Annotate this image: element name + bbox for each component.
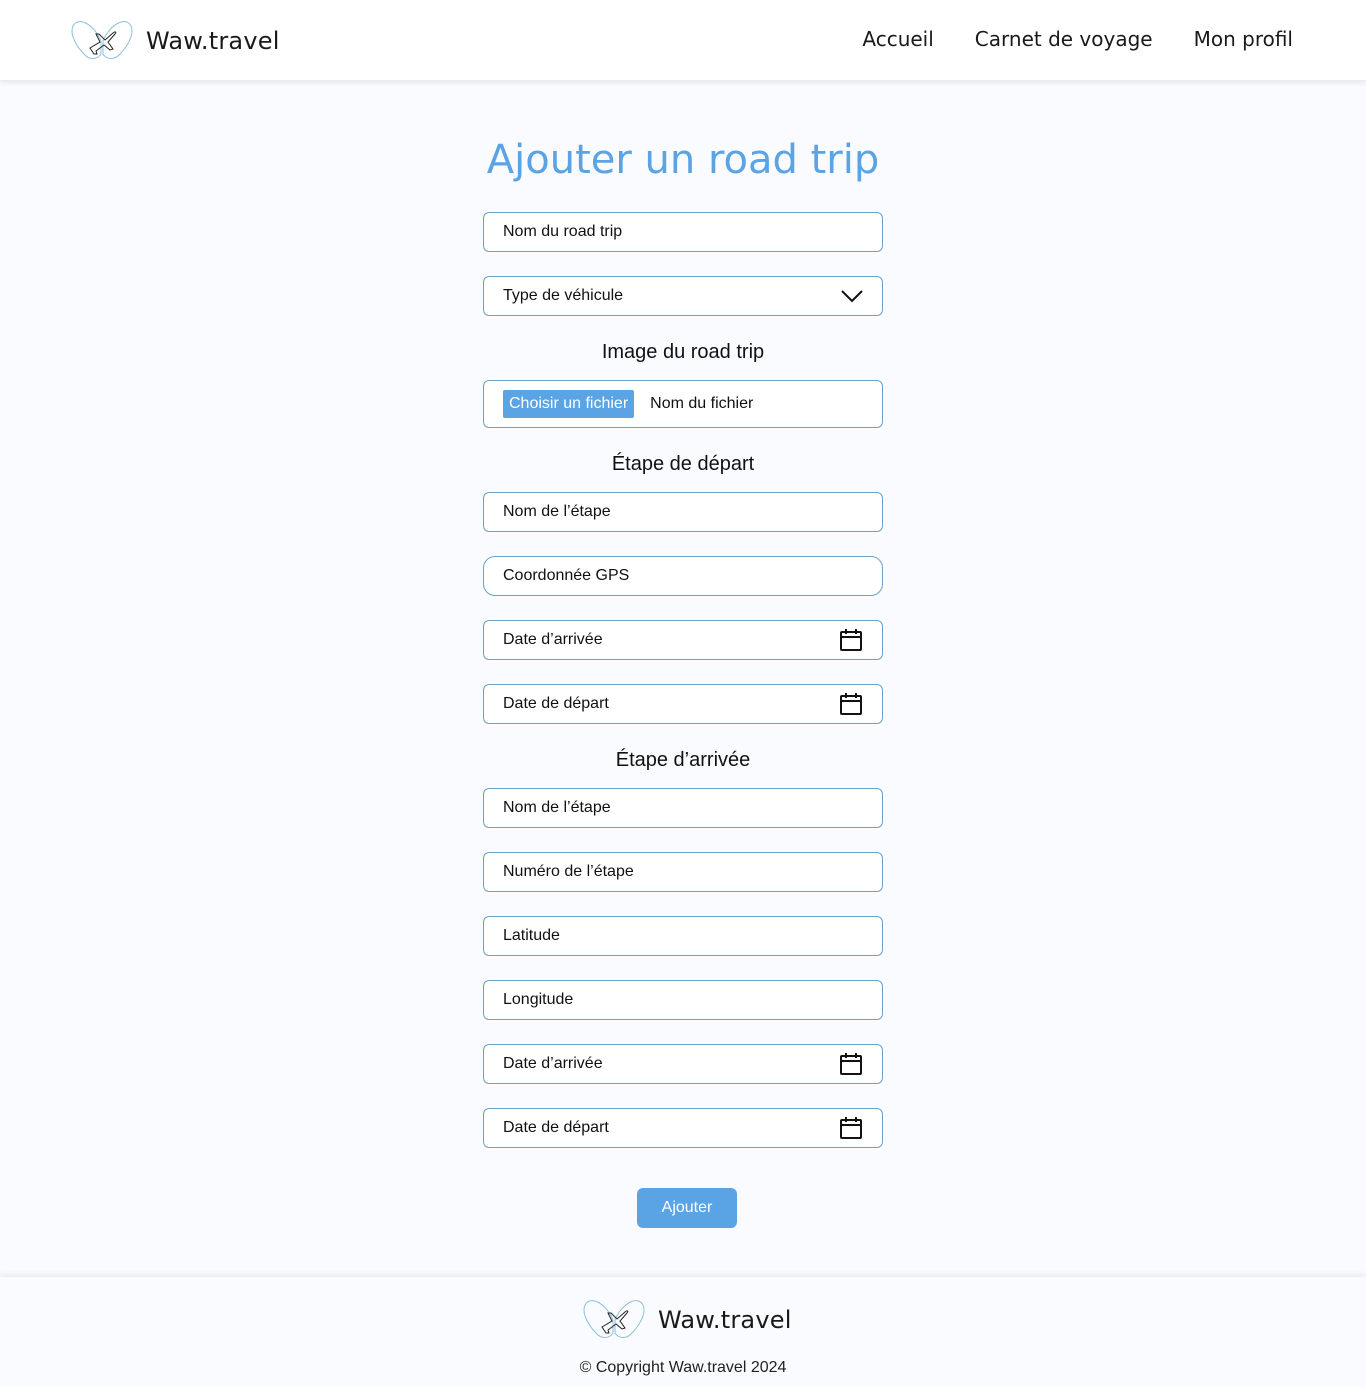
start-stage-arrival-date-field[interactable] bbox=[483, 620, 883, 660]
header-brand-link[interactable]: Waw.travel bbox=[70, 18, 280, 64]
start-stage-gps-input[interactable] bbox=[503, 557, 863, 595]
butterfly-airplane-logo-icon bbox=[583, 1300, 645, 1338]
brand-name: Waw.travel bbox=[146, 27, 280, 55]
end-stage-name-field[interactable] bbox=[483, 788, 883, 828]
start-stage-arrival-date-input[interactable] bbox=[503, 621, 839, 659]
roadtrip-name-field[interactable] bbox=[483, 212, 883, 252]
end-stage-name-input[interactable] bbox=[503, 789, 863, 827]
copyright-text: © Copyright Waw.travel 2024 bbox=[579, 1359, 787, 1376]
chevron-down-icon[interactable] bbox=[841, 289, 863, 303]
end-stage-title: Étape d’arrivée bbox=[615, 749, 751, 771]
calendar-icon[interactable] bbox=[839, 1052, 863, 1076]
choose-file-button[interactable]: Choisir un fichier bbox=[503, 390, 635, 418]
end-stage-departure-date-field[interactable] bbox=[483, 1108, 883, 1148]
end-stage-departure-date-input[interactable] bbox=[503, 1109, 839, 1147]
start-stage-departure-date-input[interactable] bbox=[503, 685, 839, 723]
calendar-icon[interactable] bbox=[839, 628, 863, 652]
start-stage-title: Étape de départ bbox=[611, 453, 755, 475]
file-name-label: Nom du fichier bbox=[650, 395, 754, 412]
end-stage-arrival-date-input[interactable] bbox=[503, 1045, 839, 1083]
nav-link-carnet-de-voyage[interactable]: Carnet de voyage bbox=[975, 26, 1153, 52]
vehicle-type-select[interactable]: Type de véhicule bbox=[483, 276, 883, 316]
end-stage-number-field[interactable] bbox=[483, 852, 883, 892]
nav-link-accueil[interactable]: Accueil bbox=[862, 26, 933, 52]
start-stage-name-input[interactable] bbox=[503, 493, 863, 531]
main-nav: Accueil Carnet de voyage Mon profil bbox=[821, 26, 1293, 52]
latitude-input[interactable] bbox=[503, 917, 863, 955]
page-title: Ajouter un road trip bbox=[486, 137, 880, 183]
start-stage-name-field[interactable] bbox=[483, 492, 883, 532]
image-section-title: Image du road trip bbox=[601, 341, 765, 363]
latitude-field[interactable] bbox=[483, 916, 883, 956]
end-stage-number-input[interactable] bbox=[503, 853, 863, 891]
start-stage-departure-date-field[interactable] bbox=[483, 684, 883, 724]
vehicle-type-value: Type de véhicule bbox=[503, 287, 624, 304]
file-upload-field[interactable]: Choisir un fichier Nom du fichier bbox=[483, 380, 883, 428]
end-stage-arrival-date-field[interactable] bbox=[483, 1044, 883, 1084]
longitude-input[interactable] bbox=[503, 981, 863, 1019]
calendar-icon[interactable] bbox=[839, 1116, 863, 1140]
roadtrip-name-input[interactable] bbox=[503, 213, 863, 251]
start-stage-gps-field[interactable] bbox=[483, 556, 883, 596]
butterfly-airplane-logo-icon bbox=[71, 21, 133, 59]
footer-brand-link[interactable]: Waw.travel bbox=[582, 1297, 792, 1343]
site-header: Waw.travel Accueil Carnet de voyage Mon … bbox=[0, 0, 1366, 80]
add-button[interactable]: Ajouter bbox=[637, 1188, 737, 1228]
site-footer: Waw.travel © Copyright Waw.travel 2024 bbox=[0, 1277, 1366, 1387]
longitude-field[interactable] bbox=[483, 980, 883, 1020]
footer-brand-name: Waw.travel bbox=[658, 1306, 792, 1334]
calendar-icon[interactable] bbox=[839, 692, 863, 716]
nav-link-mon-profil[interactable]: Mon profil bbox=[1194, 26, 1293, 52]
